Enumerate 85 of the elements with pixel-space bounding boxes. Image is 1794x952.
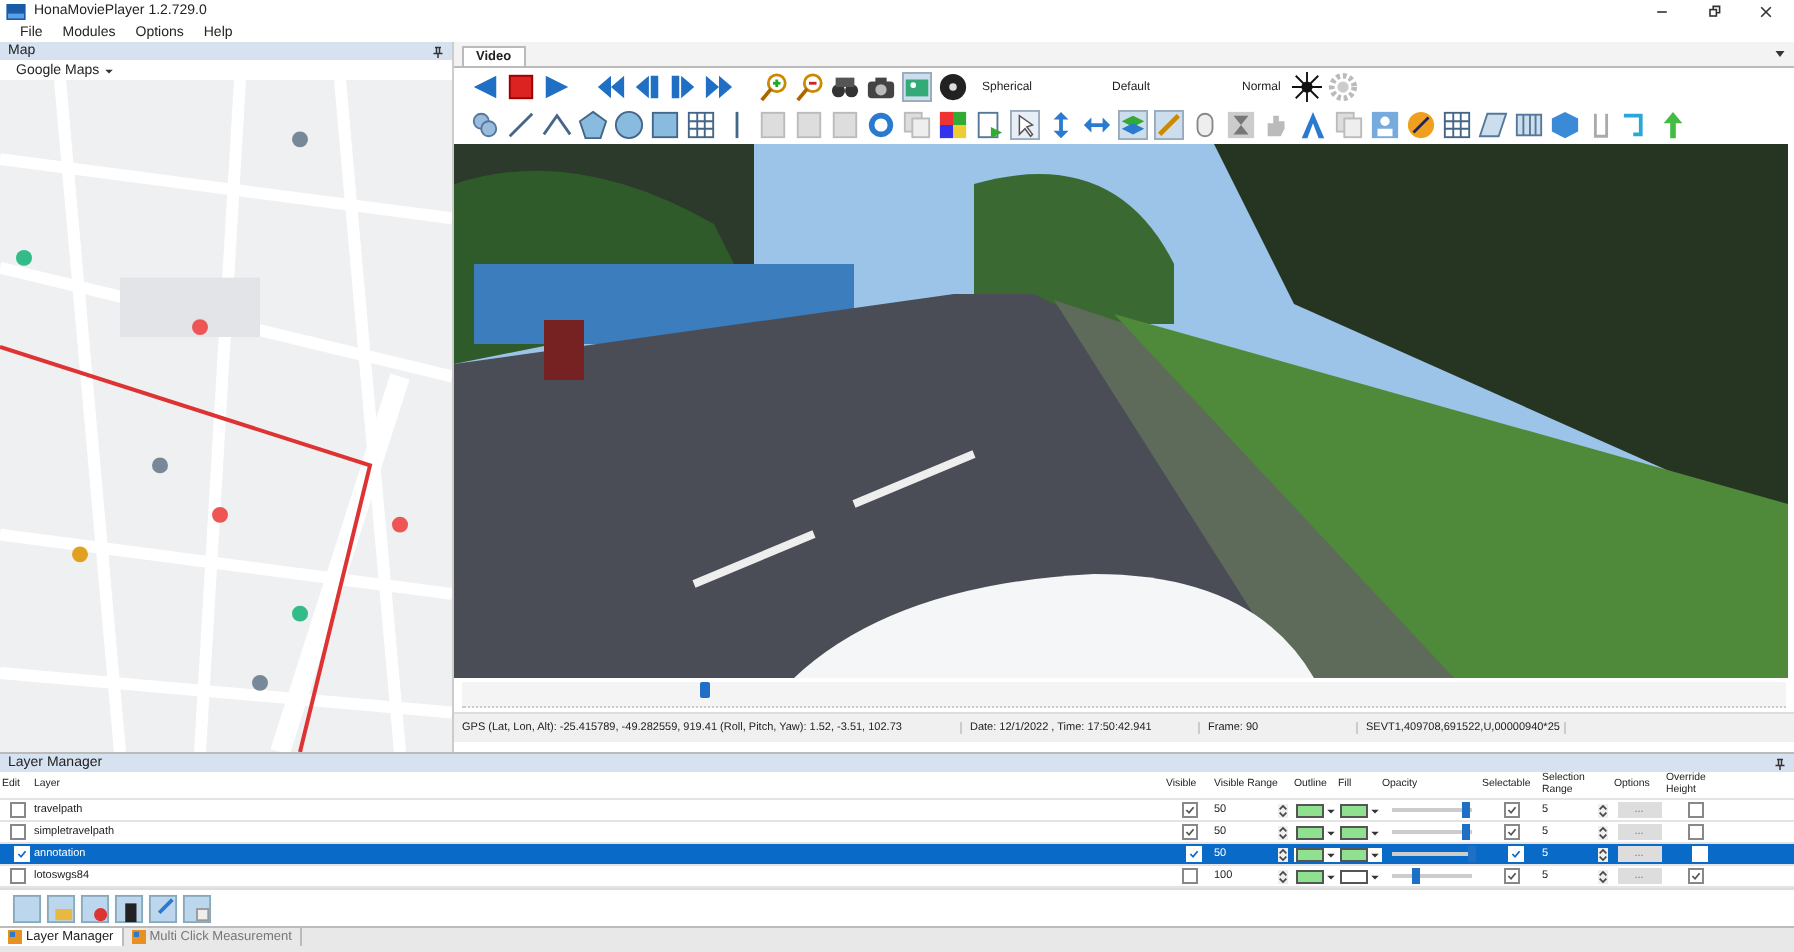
fill-color-picker[interactable] <box>1337 847 1381 861</box>
caret-icon <box>1325 871 1335 881</box>
dropdown-caret-icon[interactable] <box>1774 48 1786 60</box>
page-icon[interactable] <box>974 110 1004 140</box>
checkbox[interactable] <box>9 868 25 884</box>
compass-icon[interactable] <box>1406 110 1436 140</box>
pin-icon[interactable] <box>1774 757 1786 769</box>
fill-color-picker[interactable] <box>1337 825 1381 839</box>
caret-icon <box>1325 805 1335 815</box>
checkbox[interactable] <box>9 824 25 840</box>
caret-icon <box>1369 871 1379 881</box>
checkbox[interactable] <box>1687 802 1703 818</box>
square-icon[interactable] <box>650 110 680 140</box>
checkbox[interactable] <box>1687 824 1703 840</box>
spinner-icon[interactable] <box>1598 825 1608 839</box>
step-forward-icon[interactable] <box>668 72 698 102</box>
window-icon <box>131 930 146 944</box>
binoculars-icon[interactable] <box>830 72 860 102</box>
caret-icon <box>103 65 114 75</box>
timeline-track[interactable] <box>462 682 1786 708</box>
caret-icon <box>1369 827 1379 837</box>
caret-icon <box>1369 805 1379 815</box>
spinner-icon[interactable] <box>1278 869 1288 883</box>
layers-icon[interactable] <box>1118 110 1148 140</box>
cursor-icon[interactable] <box>1010 110 1040 140</box>
timeline-thumb[interactable] <box>700 682 711 698</box>
app-icon <box>6 3 26 20</box>
hourglass-icon[interactable] <box>1226 110 1256 140</box>
table-icon[interactable] <box>1514 110 1544 140</box>
caret-icon <box>1325 849 1335 859</box>
remove-layer-icon[interactable] <box>80 893 110 923</box>
outline-color-picker[interactable] <box>1293 803 1337 817</box>
export-layer-icon[interactable] <box>148 893 178 923</box>
checkbox[interactable] <box>1181 868 1197 884</box>
line-icon[interactable] <box>506 110 536 140</box>
step-back-icon[interactable] <box>632 72 662 102</box>
zoom-in-icon[interactable] <box>758 72 788 102</box>
grid-icon[interactable] <box>1442 110 1472 140</box>
cube-icon[interactable] <box>1550 110 1580 140</box>
checkbox[interactable] <box>1687 868 1703 884</box>
spinner-icon[interactable] <box>1278 803 1288 817</box>
slider-thumb[interactable] <box>1461 824 1470 840</box>
camera-icon[interactable] <box>866 72 896 102</box>
restore-icon[interactable] <box>1706 3 1722 20</box>
refresh-icon[interactable] <box>866 110 896 140</box>
checkbox[interactable] <box>9 802 25 818</box>
outline-color-picker[interactable] <box>1293 847 1337 861</box>
checkbox[interactable] <box>1181 802 1197 818</box>
fill-color-picker[interactable] <box>1337 869 1381 883</box>
trash-icon[interactable] <box>114 893 144 923</box>
sun-icon[interactable] <box>1292 72 1322 102</box>
spinner-icon[interactable] <box>1598 803 1608 817</box>
triangle-icon[interactable] <box>1298 110 1328 140</box>
close-icon[interactable] <box>1758 3 1774 20</box>
spinner-icon[interactable] <box>1598 847 1608 861</box>
caret-icon <box>1325 827 1335 837</box>
circles-icon[interactable] <box>470 110 500 140</box>
back-triangle-icon[interactable] <box>470 72 500 102</box>
polyline-icon[interactable] <box>542 110 572 140</box>
color-blocks-icon[interactable] <box>938 110 968 140</box>
pin-icon[interactable] <box>432 45 444 57</box>
slider-thumb[interactable] <box>1411 868 1419 884</box>
layer-properties-icon[interactable] <box>182 893 212 923</box>
spinner-icon[interactable] <box>1598 869 1608 883</box>
stop-icon[interactable] <box>506 72 536 102</box>
checkbox[interactable] <box>1503 868 1519 884</box>
fill-color-picker[interactable] <box>1337 803 1381 817</box>
grid-icon[interactable] <box>686 110 716 140</box>
checkbox[interactable] <box>1503 802 1519 818</box>
slider-thumb[interactable] <box>1461 802 1470 818</box>
spinner-icon[interactable] <box>1278 825 1288 839</box>
play-icon[interactable] <box>542 72 572 102</box>
spinner-icon[interactable] <box>1278 847 1288 861</box>
zoom-out-icon[interactable] <box>794 72 824 102</box>
checkbox[interactable] <box>1503 824 1519 840</box>
outline-color-picker[interactable] <box>1293 869 1337 883</box>
outline-color-picker[interactable] <box>1293 825 1337 839</box>
pentagon-icon[interactable] <box>578 110 608 140</box>
fast-forward-icon[interactable] <box>704 72 734 102</box>
rewind-icon[interactable] <box>596 72 626 102</box>
checkbox[interactable] <box>1181 824 1197 840</box>
caret-icon <box>1369 849 1379 859</box>
parallelogram-icon[interactable] <box>1478 110 1508 140</box>
circle-icon[interactable] <box>614 110 644 140</box>
window-icon <box>8 930 22 944</box>
